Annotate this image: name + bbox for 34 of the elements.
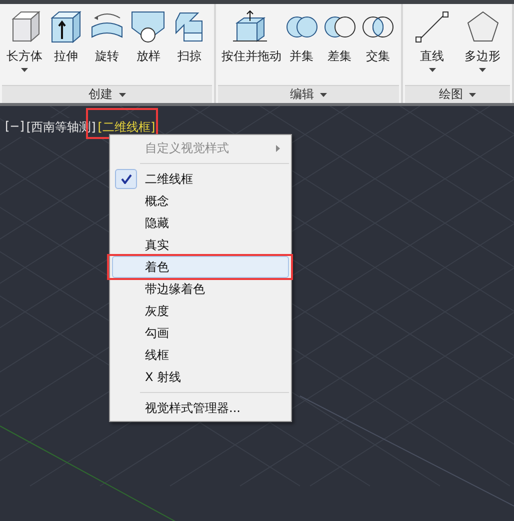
presspull-icon bbox=[233, 9, 270, 45]
ribbon-tool-button[interactable]: 旋转 bbox=[88, 9, 126, 85]
panel-title-button[interactable]: 绘图 bbox=[404, 85, 510, 103]
submenu-arrow-icon bbox=[276, 144, 280, 152]
menu-item[interactable]: X 射线 bbox=[112, 366, 289, 388]
menu-item[interactable]: 视觉样式管理器... bbox=[112, 397, 289, 419]
check-icon bbox=[115, 169, 137, 189]
ribbon-tool-button[interactable]: 直线 bbox=[413, 9, 452, 85]
menu-item[interactable]: 真实 bbox=[112, 234, 289, 256]
menu-item[interactable]: 灰度 bbox=[112, 300, 289, 322]
ribbon-tool-button[interactable]: 放样 bbox=[129, 9, 168, 85]
ribbon-tool-button[interactable]: 交集 bbox=[358, 9, 397, 85]
menu-item[interactable]: 二维线框 bbox=[112, 168, 289, 190]
menu-item[interactable]: 隐藏 bbox=[112, 212, 289, 234]
caret-icon bbox=[118, 92, 126, 96]
ribbon-tool-button[interactable]: 拉伸 bbox=[46, 9, 85, 85]
ribbon-tool-button[interactable]: 长方体 bbox=[6, 9, 44, 85]
ribbon-tool-button[interactable]: 扫掠 bbox=[170, 9, 209, 85]
ribbon-tool-button[interactable]: 多边形 bbox=[464, 9, 502, 85]
ribbon-tool-button[interactable]: 差集 bbox=[320, 9, 359, 85]
menu-item[interactable]: 带边缘着色 bbox=[112, 278, 289, 300]
ribbon-tool-button[interactable]: 按住并拖动 bbox=[220, 9, 282, 85]
caret-icon bbox=[468, 92, 476, 96]
menu-item[interactable]: 着色 bbox=[112, 256, 289, 278]
viewport-control[interactable]: [−] bbox=[4, 118, 26, 137]
menu-item[interactable]: 概念 bbox=[112, 190, 289, 212]
loft-icon bbox=[130, 9, 166, 45]
panel-title-button[interactable]: 创建 bbox=[2, 85, 212, 103]
menu-item[interactable]: 勾画 bbox=[112, 322, 289, 344]
ribbon-tool-button[interactable]: 并集 bbox=[282, 9, 320, 85]
menu-item[interactable]: 线框 bbox=[112, 344, 289, 366]
panel-title-button[interactable]: 编辑 bbox=[218, 85, 399, 103]
caret-icon bbox=[320, 92, 328, 96]
line-icon bbox=[414, 9, 450, 45]
